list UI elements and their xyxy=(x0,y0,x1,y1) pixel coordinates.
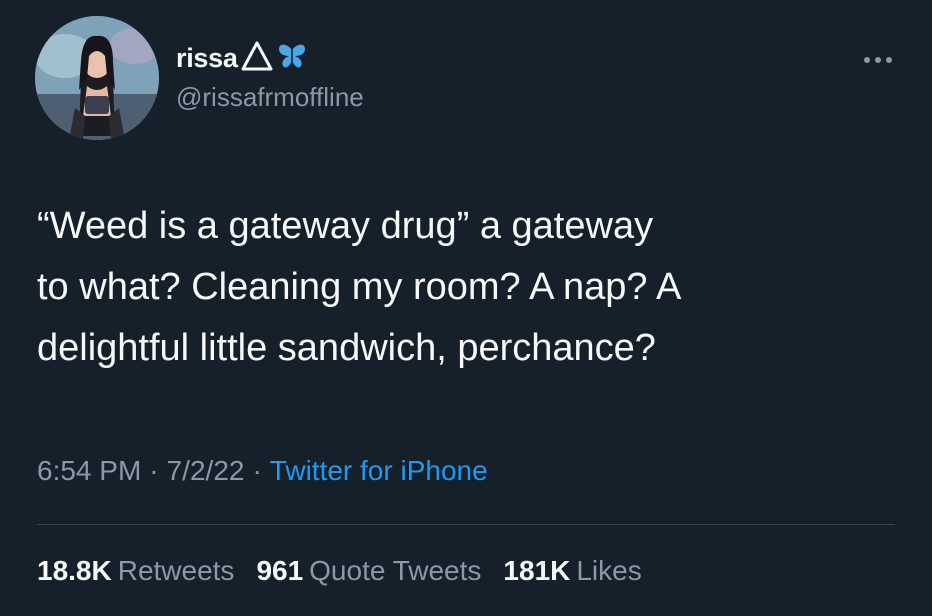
more-dot-icon xyxy=(875,57,881,63)
triangle-icon xyxy=(240,40,274,77)
meta-separator: · xyxy=(149,455,159,486)
quote-tweets-stat[interactable]: 961 Quote Tweets xyxy=(256,555,481,587)
display-name-row[interactable]: rissa xyxy=(176,40,308,76)
meta-separator: · xyxy=(252,455,262,486)
display-name[interactable]: rissa xyxy=(176,43,238,74)
quote-tweets-label: Quote Tweets xyxy=(309,555,482,586)
tweet-text: “Weed is a gateway drug” a gateway to wh… xyxy=(37,205,682,369)
butterfly-icon xyxy=(276,41,308,76)
retweets-label: Retweets xyxy=(117,555,235,586)
likes-label: Likes xyxy=(576,555,642,586)
likes-count: 181K xyxy=(503,555,571,586)
avatar-photo xyxy=(35,16,159,140)
tweet-stats: 18.8K Retweets 961 Quote Tweets 181K Likes xyxy=(37,555,664,587)
tweet-time[interactable]: 6:54 PM xyxy=(37,455,141,487)
retweets-count: 18.8K xyxy=(37,555,112,586)
user-handle[interactable]: @rissafrmoffline xyxy=(176,82,364,113)
tweet-date[interactable]: 7/2/22 xyxy=(167,455,245,487)
tweet-source-link[interactable]: Twitter for iPhone xyxy=(270,455,488,487)
retweets-stat[interactable]: 18.8K Retweets xyxy=(37,555,234,587)
avatar[interactable] xyxy=(35,16,159,140)
more-dot-icon xyxy=(864,57,870,63)
divider xyxy=(37,524,895,525)
more-options-button[interactable] xyxy=(858,48,898,72)
more-dot-icon xyxy=(886,57,892,63)
tweet-card: rissa @rissafrmoffline “Weed is a gatewa… xyxy=(0,0,932,616)
tweet-meta: 6:54 PM · 7/2/22 · Twitter for iPhone xyxy=(37,455,488,487)
quote-tweets-count: 961 xyxy=(256,555,304,586)
likes-stat[interactable]: 181K Likes xyxy=(503,555,641,587)
